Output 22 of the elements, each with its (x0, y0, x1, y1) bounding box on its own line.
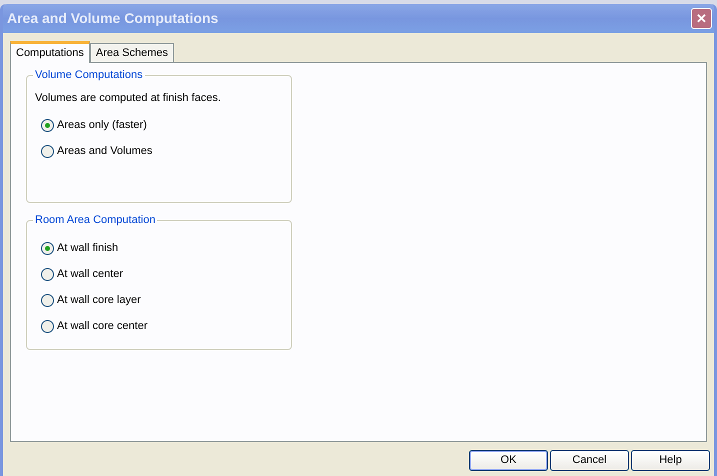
radio-option[interactable]: At wall core layer (35, 287, 141, 313)
dialog-button[interactable]: OK (469, 450, 548, 471)
radio-option[interactable]: At wall center (35, 261, 124, 287)
radio-button[interactable] (41, 320, 54, 332)
description-text: Volumes are computed at finish faces. (35, 91, 221, 106)
radio-option[interactable]: At wall core center (35, 313, 148, 339)
radio-button[interactable] (41, 294, 54, 306)
radio-button[interactable] (41, 119, 54, 132)
window-title: Area and Volume Computations (7, 9, 218, 28)
tab[interactable]: Computations (10, 41, 90, 63)
radio-button[interactable] (41, 242, 54, 254)
radio-option[interactable]: At wall finish (35, 235, 118, 261)
dialog-button[interactable]: Help (631, 450, 710, 471)
close-button[interactable]: ✕ (691, 8, 712, 29)
radio-option[interactable]: Areas only (faster) (35, 112, 147, 138)
group-title: Room Area Computation (33, 213, 158, 227)
dialog-button[interactable]: Cancel (550, 450, 629, 471)
radio-option[interactable]: Areas and Volumes (35, 138, 152, 164)
tab[interactable]: Area Schemes (90, 43, 174, 62)
radio-button[interactable] (41, 268, 54, 280)
radio-button[interactable] (41, 145, 54, 158)
group-title: Volume Computations (33, 68, 145, 82)
